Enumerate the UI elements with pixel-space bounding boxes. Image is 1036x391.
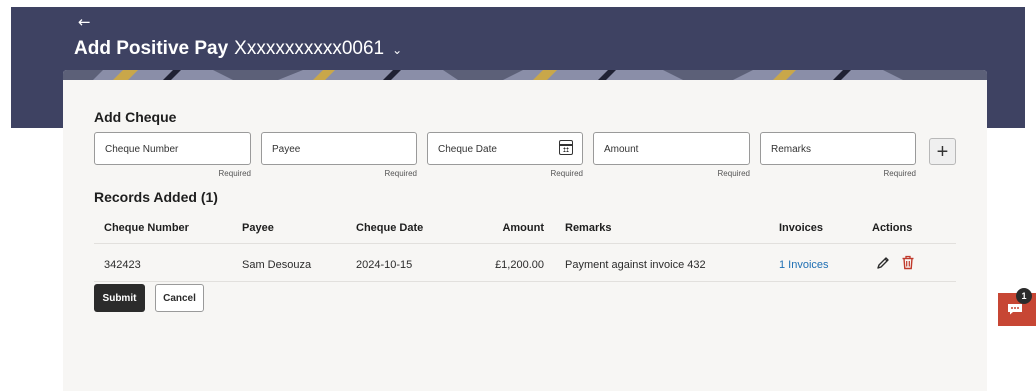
column-header-actions: Actions [872, 222, 913, 234]
page-title: Add Positive Pay Xxxxxxxxxxx0061 ⌄ [74, 38, 402, 60]
page-title-text: Add Positive Pay [74, 38, 229, 59]
cheque-number-placeholder: Cheque Number [105, 144, 179, 155]
cell-cheque-number: 342423 [104, 259, 141, 271]
account-selector[interactable]: Xxxxxxxxxxx0061 [234, 38, 384, 60]
records-title: Records Added (1) [94, 189, 218, 205]
payee-placeholder: Payee [272, 144, 301, 155]
chat-badge: 1 [1016, 288, 1032, 304]
remarks-placeholder: Remarks [771, 144, 812, 155]
cheque-date-placeholder: Cheque Date [438, 144, 497, 155]
cheque-date-input[interactable]: Cheque Date [427, 132, 583, 165]
column-header-cheque-number: Cheque Number [104, 222, 189, 234]
column-header-invoices: Invoices [779, 222, 824, 234]
payee-input[interactable]: Payee [261, 132, 417, 165]
amount-input[interactable]: Amount [593, 132, 750, 165]
chevron-down-icon[interactable]: ⌄ [392, 43, 402, 57]
submit-button[interactable]: Submit [94, 284, 145, 312]
add-cheque-button[interactable]: + [929, 138, 956, 165]
calendar-icon[interactable] [559, 140, 573, 155]
cell-amount: £1,200.00 [495, 259, 544, 271]
amount-hint: Required [717, 169, 750, 178]
delete-icon[interactable] [901, 255, 915, 270]
cheque-number-input[interactable]: Cheque Number [94, 132, 251, 165]
column-header-cheque-date: Cheque Date [356, 222, 424, 234]
decorative-pattern [63, 70, 987, 80]
table-header-divider [94, 243, 956, 244]
payee-hint: Required [384, 169, 417, 178]
remarks-hint: Required [883, 169, 916, 178]
table-row-divider [94, 281, 956, 282]
remarks-input[interactable]: Remarks [760, 132, 916, 165]
cell-remarks: Payment against invoice 432 [565, 259, 706, 271]
main-card: Add Cheque Cheque Number Required Payee … [63, 70, 987, 391]
add-cheque-title: Add Cheque [94, 109, 177, 125]
column-header-amount: Amount [502, 222, 544, 234]
cell-payee: Sam Desouza [242, 259, 312, 271]
amount-placeholder: Amount [604, 144, 639, 155]
edit-icon[interactable] [876, 256, 890, 270]
cell-cheque-date: 2024-10-15 [356, 259, 413, 271]
invoices-link[interactable]: 1 Invoices [779, 259, 829, 271]
column-header-payee: Payee [242, 222, 274, 234]
cheque-number-hint: Required [218, 169, 251, 178]
column-header-remarks: Remarks [565, 222, 612, 234]
cheque-date-hint: Required [550, 169, 583, 178]
cancel-button[interactable]: Cancel [155, 284, 204, 312]
back-arrow-icon[interactable]: ← [78, 14, 91, 30]
chat-icon [1008, 304, 1022, 315]
